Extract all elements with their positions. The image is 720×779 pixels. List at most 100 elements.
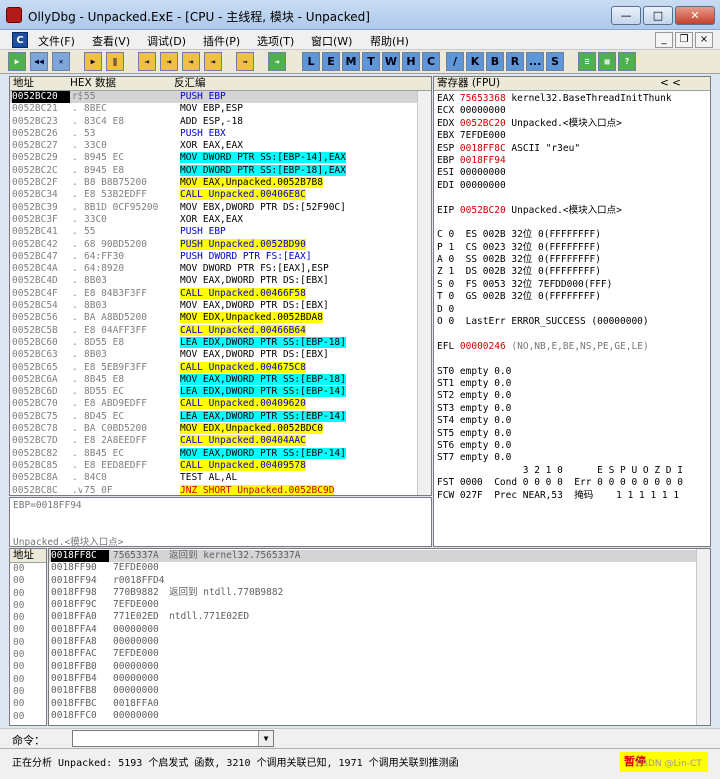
dump-row[interactable]: 00 — [10, 612, 46, 624]
dump-row[interactable]: 00 — [10, 575, 46, 587]
register-line[interactable]: EDI 00000000 — [437, 180, 707, 192]
disasm-row[interactable]: 0052BC8A. 84C0 TEST AL,AL — [10, 472, 431, 484]
appearance-button[interactable]: ▦ — [598, 52, 616, 71]
execute-till-return-button[interactable]: → — [236, 52, 254, 71]
stack-pane[interactable]: 0018FF8C 7565337A 返回到 kernel32.7565337A 001… — [48, 548, 711, 726]
stack-row[interactable]: 0018FF9C 7EFDE000 — [49, 599, 710, 611]
register-line[interactable]: EIP 0052BC20 Unpacked.<模块入口点> — [437, 205, 707, 217]
dump-row[interactable]: 00 — [10, 661, 46, 673]
registers-pane[interactable]: 寄存器 (FPU) < < EAX 75653368 kernel32.Base… — [433, 76, 711, 547]
run-trace-button[interactable]: ... — [526, 52, 544, 71]
disasm-row[interactable]: 0052BC27. 33C0 XOR EAX,EAX — [10, 140, 431, 152]
help-button[interactable]: ? — [618, 52, 636, 71]
stack-row[interactable]: 0018FFB4 00000000 — [49, 673, 710, 685]
disasm-row[interactable]: 0052BC7D. E8 2A8EEDFF CALL Unpacked.00404A… — [10, 435, 431, 447]
disasm-row[interactable]: 0052BC4F. E8 04B3F3FF CALL Unpacked.00466F… — [10, 287, 431, 300]
stack-row[interactable]: 0018FF90 7EFDE000 — [49, 562, 710, 574]
register-line[interactable]: ECX 00000000 — [437, 105, 707, 117]
register-line[interactable]: EDX 0052BC20 Unpacked.<模块入口点> — [437, 118, 707, 130]
trace-over-button[interactable]: ⇥ — [204, 52, 222, 71]
goto-button[interactable]: ⇥ — [268, 52, 286, 71]
fpu-header[interactable]: 3 2 1 0 E S P U O Z D I — [437, 465, 707, 477]
stack-row[interactable]: 0018FFB8 00000000 — [49, 685, 710, 697]
disasm-row[interactable]: 0052BC5B. E8 04AFF3FF CALL Unpacked.00466B… — [10, 324, 431, 337]
minimize-button[interactable]: — — [611, 6, 641, 25]
disasm-row[interactable]: 0052BC39. 8B1D 0CF95200 MOV EBX,DWORD PTR … — [10, 202, 431, 214]
disasm-row[interactable]: 0052BC26. 53 PUSH EBX — [10, 128, 431, 140]
disassembly-pane[interactable]: 地址 HEX 数据 反汇编 0052BC20r$55PUSH EBP0052BC… — [9, 76, 432, 496]
disasm-row[interactable]: 0052BC56. BA A8BD5200 MOV EDX,Unpacked.005… — [10, 312, 431, 324]
register-line[interactable]: EBX 7EFDE000 — [437, 130, 707, 142]
modules-button[interactable]: E — [322, 52, 340, 71]
stack-row[interactable]: 0018FFB0 00000000 — [49, 661, 710, 673]
flag-line[interactable]: T 0 GS 002B 32位 0(FFFFFFFF) — [437, 291, 707, 303]
stack-row[interactable]: 0018FF8C 7565337A 返回到 kernel32.7565337A — [49, 550, 710, 563]
cpu-window-icon[interactable]: C — [12, 32, 28, 48]
handles-button[interactable]: H — [402, 52, 420, 71]
disasm-row[interactable]: 0052BC8C .v75 0F JNZ SHORT Unpacked.0052BC… — [10, 484, 431, 495]
menu-debug[interactable]: 调试(D) — [147, 33, 186, 49]
disasm-row[interactable]: 0052BC23. 83C4 E8 ADD ESP,-18 — [10, 116, 431, 128]
register-line[interactable]: EAX 75653368 kernel32.BaseThreadInitThun… — [437, 93, 707, 105]
disasm-row[interactable]: 0052BC20r$55 PUSH EBP — [10, 91, 431, 104]
mdi-minimize-button[interactable]: _ — [655, 32, 673, 48]
stack-row[interactable]: 0018FF98 770B9882 返回到 ntdll.770B9882 — [49, 587, 710, 599]
disasm-row[interactable]: 0052BC6A. 8B45 E8 MOV EAX,DWORD PTR SS:[EB… — [10, 373, 431, 386]
menu-view[interactable]: 查看(V) — [92, 33, 130, 49]
dump-row[interactable]: 00 — [10, 686, 46, 698]
flag-line[interactable]: A 0 SS 002B 32位 0(FFFFFFFF) — [437, 254, 707, 266]
stack-row[interactable]: 0018FFC0 00000000 — [49, 710, 710, 722]
fpu-line[interactable]: ST5 empty 0.0 — [437, 428, 707, 440]
flag-line[interactable]: P 1 CS 0023 32位 0(FFFFFFFF) — [437, 242, 707, 254]
disasm-row[interactable]: 0052BC82. 8B45 EC MOV EAX,DWORD PTR SS:[EB… — [10, 447, 431, 460]
memory-button[interactable]: M — [342, 52, 360, 71]
disasm-row[interactable]: 0052BC47. 64:FF30 PUSH DWORD PTR FS:[EAX] — [10, 251, 431, 263]
col-hex[interactable]: HEX 数据 — [70, 77, 116, 90]
dump-row[interactable]: 00 — [10, 588, 46, 600]
stack-row[interactable]: 0018FF94 r0018FFD4 — [49, 575, 710, 587]
disasm-row[interactable]: 0052BC54. 8B03 MOV EAX,DWORD PTR DS:[EBX] — [10, 300, 431, 312]
command-dropdown-icon[interactable]: ▼ — [258, 731, 273, 746]
disasm-row[interactable]: 0052BC2C. 8945 E8 MOV DWORD PTR SS:[EBP-18… — [10, 164, 431, 177]
disasm-row[interactable]: 0052BC29. 8945 EC MOV DWORD PTR SS:[EBP-14… — [10, 152, 431, 164]
stack-row[interactable]: 0018FFA8 00000000 — [49, 636, 710, 648]
fpu-line[interactable]: ST0 empty 0.0 — [437, 366, 707, 378]
fpu-line[interactable]: ST4 empty 0.0 — [437, 415, 707, 427]
disasm-row[interactable]: 0052BC2F. B8 B8B75200 MOV EAX,Unpacked.005… — [10, 177, 431, 189]
fpu-line[interactable]: ST7 empty 0.0 — [437, 452, 707, 464]
stack-row[interactable]: 0018FFAC 7EFDE000 — [49, 648, 710, 660]
register-line[interactable]: ESI 00000000 — [437, 167, 707, 179]
terminate-button[interactable]: ✕ — [52, 52, 70, 71]
flag-line[interactable]: C 0 ES 002B 32位 0(FFFFFFFF) — [437, 229, 707, 241]
register-line[interactable] — [437, 192, 707, 204]
disasm-row[interactable]: 0052BC3F. 33C0 XOR EAX,EAX — [10, 214, 431, 226]
dump-row[interactable]: 00 — [10, 698, 46, 710]
disasm-row[interactable]: 0052BC4D. 8B03 MOV EAX,DWORD PTR DS:[EBX] — [10, 275, 431, 287]
maximize-button[interactable]: □ — [643, 6, 673, 25]
fst-line[interactable]: FST 0000 Cond 0 0 0 0 Err 0 0 0 0 0 0 0 … — [437, 477, 707, 489]
disasm-row[interactable]: 0052BC41. 55 PUSH EBP — [10, 226, 431, 238]
menu-window[interactable]: 窗口(W) — [311, 33, 352, 49]
restart-button[interactable]: ◀◀ — [30, 52, 48, 71]
dump-row[interactable]: 00 — [10, 637, 46, 649]
fpu-line[interactable]: ST3 empty 0.0 — [437, 403, 707, 415]
references-button[interactable]: R — [506, 52, 524, 71]
mdi-close-button[interactable]: × — [695, 32, 713, 48]
log-window-button[interactable]: L — [302, 52, 320, 71]
call-stack-button[interactable]: K — [466, 52, 484, 71]
registers-title[interactable]: 寄存器 (FPU) — [437, 77, 500, 90]
menu-options[interactable]: 选项(T) — [257, 33, 294, 49]
registers-nav-arrows[interactable]: < < — [660, 77, 681, 90]
dump-row[interactable]: 00 — [10, 649, 46, 661]
trace-into-button[interactable]: ⇥ — [182, 52, 200, 71]
flag-line[interactable]: Z 1 DS 002B 32位 0(FFFFFFFF) — [437, 266, 707, 278]
threads-button[interactable]: T — [362, 52, 380, 71]
close-button[interactable]: ✕ — [675, 6, 715, 25]
options-button[interactable]: ≡ — [578, 52, 596, 71]
col-address[interactable]: 地址 — [13, 77, 34, 90]
menu-help[interactable]: 帮助(H) — [370, 33, 409, 49]
disasm-row[interactable]: 0052BC70. E8 ABD9EDFF CALL Unpacked.004096… — [10, 398, 431, 410]
step-into-button[interactable]: ⇥ — [138, 52, 156, 71]
dump-row[interactable]: 00 — [10, 711, 46, 723]
flag-line[interactable]: S 0 FS 0053 32位 7EFDD000(FFF) — [437, 279, 707, 291]
